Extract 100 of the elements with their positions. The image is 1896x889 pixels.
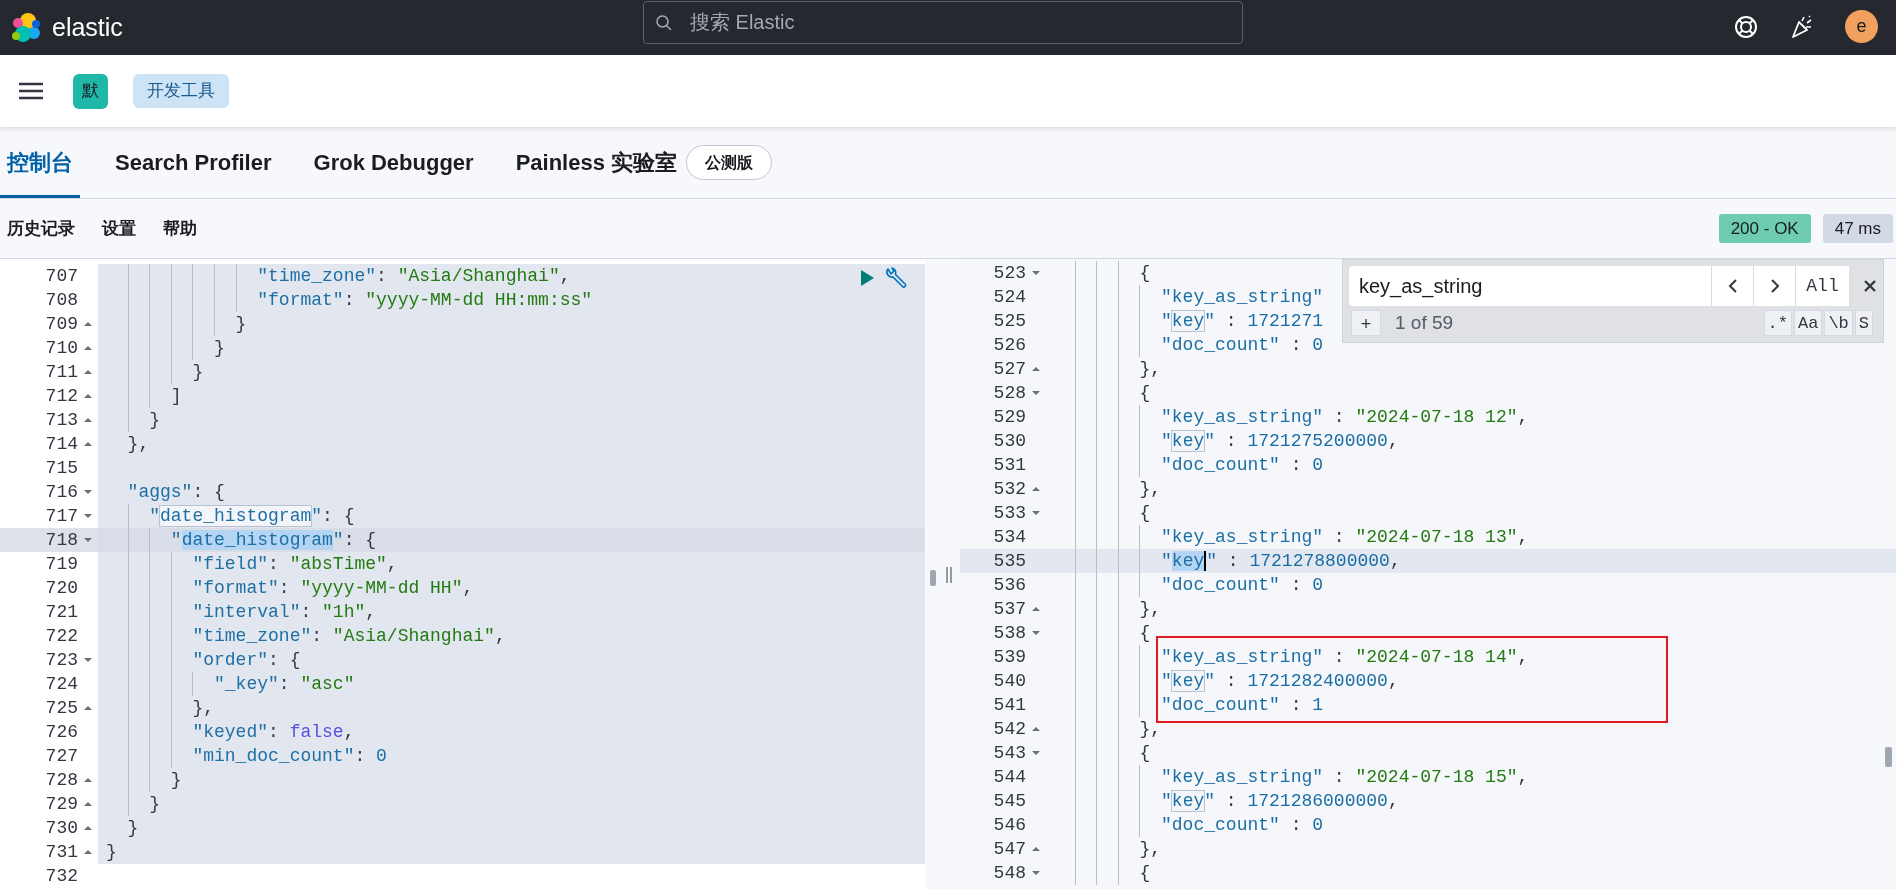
line-number: 711 [44,361,78,384]
line-number: 524 [992,286,1026,309]
breadcrumb[interactable]: 开发工具 [133,74,229,108]
fold-caret-up-icon[interactable] [1031,486,1041,492]
all-button[interactable]: All [1795,266,1849,306]
line-number: 525 [992,310,1026,333]
fold-caret-up-icon[interactable] [1031,726,1041,732]
fold-caret-up-icon[interactable] [83,417,93,423]
fold-caret-down-icon[interactable] [1031,630,1041,636]
fold-caret-down-icon[interactable] [1031,510,1041,516]
line-number: 727 [44,745,78,768]
line-number: 719 [44,553,78,576]
code-line: "doc_count" : 0 [1160,814,1324,837]
line-number: 529 [992,406,1026,429]
fold-caret-up-icon[interactable] [83,849,93,855]
line-number: 540 [992,670,1026,693]
code-line: "key" : 1721286000000, [1160,790,1399,813]
search-option-toggle[interactable]: \b [1824,310,1853,336]
toolbar-link[interactable]: 历史记录 [7,215,75,242]
search-option-toggle[interactable]: Aa [1794,310,1823,336]
fold-caret-up-icon[interactable] [1031,846,1041,852]
code-line: "time_zone": "Asia/Shanghai", [191,625,506,648]
line-number: 523 [992,262,1026,285]
code-line: } [106,841,117,864]
line-number: 723 [44,649,78,672]
line-number: 530 [992,430,1026,453]
fold-caret-up-icon[interactable] [83,393,93,399]
code-line: { [1138,262,1151,285]
toolbar-link[interactable]: 帮助 [163,215,197,242]
fold-caret-up-icon[interactable] [83,705,93,711]
wrench-icon[interactable] [884,266,908,290]
fold-caret-up-icon[interactable] [83,825,93,831]
scrollbar-thumb[interactable] [930,570,936,586]
close-icon[interactable] [1863,279,1877,293]
line-number: 717 [44,505,78,528]
fold-caret-down-icon[interactable] [83,657,93,663]
line-number: 718 [44,529,78,552]
code-line: } [169,769,182,792]
fold-caret-up-icon[interactable] [83,345,93,351]
fold-caret-up-icon[interactable] [83,321,93,327]
line-number: 716 [44,481,78,504]
line-number: 720 [44,577,78,600]
play-icon[interactable] [859,269,875,287]
line-number: 709 [44,313,78,336]
line-number: 732 [44,865,78,888]
fold-caret-down-icon[interactable] [83,513,93,519]
fold-caret-down-icon[interactable] [1031,870,1041,876]
code-line: "field": "absTime", [191,553,398,576]
fold-caret-down-icon[interactable] [83,489,93,495]
line-number: 731 [44,841,78,864]
line-number: 707 [44,265,78,288]
resize-handle[interactable] [945,566,953,584]
code-line: "date_histogram": { [148,505,355,528]
toolbar-link[interactable]: 设置 [102,215,136,242]
code-line: "doc_count" : 0 [1160,574,1324,597]
fold-caret-up-icon[interactable] [83,777,93,783]
lifebuoy-icon[interactable] [1733,13,1759,40]
logo-text[interactable]: elastic [52,15,123,40]
code-line: } [148,409,160,432]
code-line: "key" : 1721282400000, [1160,670,1399,693]
fold-caret-up-icon[interactable] [83,801,93,807]
code-line: "doc_count" : 0 [1160,334,1324,357]
menu-icon[interactable] [18,81,44,101]
code-line: "order": { [191,649,301,672]
fold-caret-down-icon[interactable] [83,537,93,543]
line-number: 708 [44,289,78,312]
line-number: 542 [992,718,1026,741]
search-option-toggle[interactable]: .* [1763,310,1792,336]
previous-button[interactable] [1711,266,1753,306]
line-number: 533 [992,502,1026,525]
code-line: "doc_count" : 1 [1160,694,1324,717]
tab[interactable]: 控制台 [0,127,80,198]
search-option-toggle[interactable]: S [1854,310,1873,336]
search-field[interactable]: 搜索 Elastic [643,1,1243,44]
user-avatar[interactable]: e [1845,10,1878,43]
tab[interactable]: Grok Debugger [306,127,481,198]
fold-caret-up-icon[interactable] [1031,366,1041,372]
add-button[interactable]: + [1351,310,1381,336]
fold-caret-down-icon[interactable] [1031,270,1041,276]
code-line: { [1138,862,1151,885]
next-button[interactable] [1753,266,1795,306]
fold-caret-up-icon[interactable] [83,441,93,447]
fold-caret-up-icon[interactable] [1031,606,1041,612]
logo-icon[interactable] [10,11,42,44]
find-field[interactable]: key_as_string [1349,266,1711,306]
line-number: 543 [992,742,1026,765]
chevron-right-icon [1768,278,1781,294]
line-number: 544 [992,766,1026,789]
tab[interactable]: Painless 实验室 [508,127,685,198]
tab[interactable]: Search Profiler [108,127,279,198]
space-avatar[interactable]: 默 [73,73,108,109]
code-line: } [213,337,225,360]
chevron-left-icon [1726,278,1739,294]
fold-caret-down-icon[interactable] [1031,750,1041,756]
code-line: "key_as_string" : "2024-07-18 12", [1160,406,1529,429]
fold-caret-down-icon[interactable] [1031,390,1041,396]
code-line: }, [191,697,215,720]
scrollbar-thumb[interactable] [1885,747,1892,767]
fold-caret-up-icon[interactable] [83,369,93,375]
code-line: "key" : 1721271 [1160,310,1324,333]
